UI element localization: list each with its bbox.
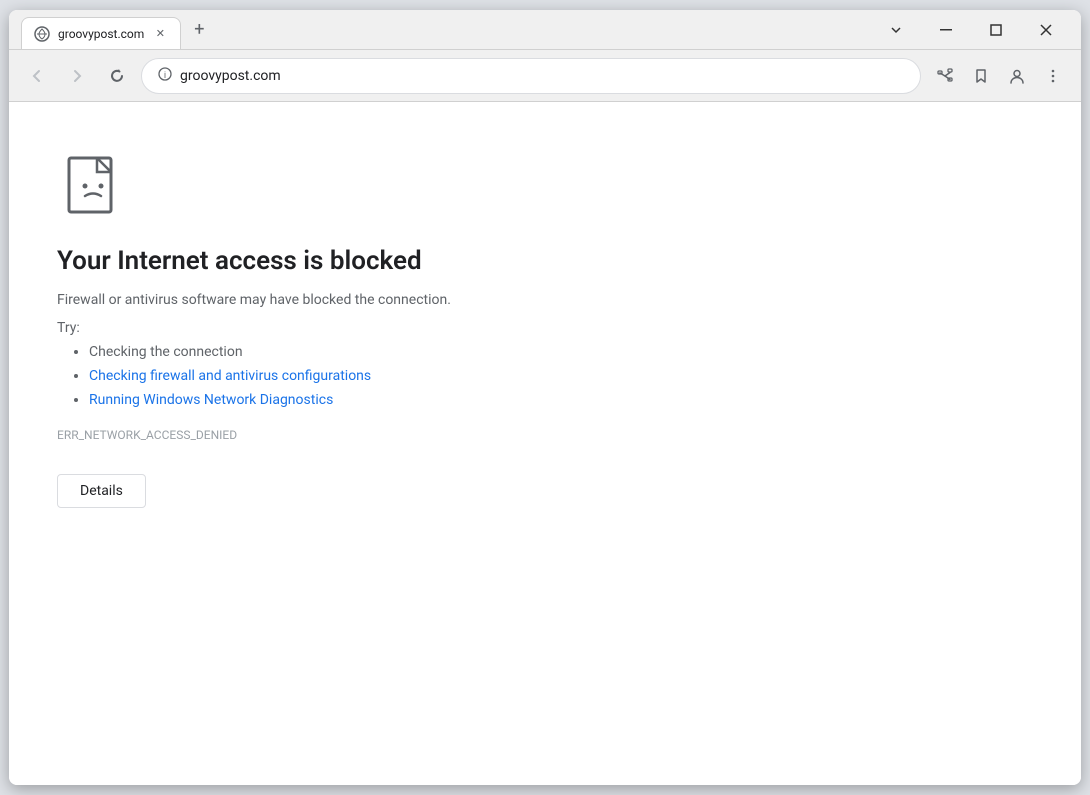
maximize-button[interactable] bbox=[973, 14, 1019, 46]
forward-button[interactable] bbox=[61, 60, 93, 92]
address-text: groovypost.com bbox=[180, 68, 904, 84]
browser-window: groovypost.com ✕ + bbox=[9, 10, 1081, 785]
tab-area: groovypost.com ✕ + bbox=[21, 10, 873, 49]
share-button[interactable] bbox=[929, 60, 961, 92]
error-try-label: Try: bbox=[57, 320, 757, 336]
svg-text:i: i bbox=[164, 70, 166, 80]
windows-diagnostics-link[interactable]: Running Windows Network Diagnostics bbox=[89, 392, 333, 408]
tab-favicon bbox=[34, 26, 50, 42]
browser-content: Your Internet access is blocked Firewall… bbox=[9, 102, 1081, 785]
firewall-config-link[interactable]: Checking firewall and antivirus configur… bbox=[89, 368, 371, 384]
address-bar[interactable]: i groovypost.com bbox=[141, 58, 921, 94]
bookmark-button[interactable] bbox=[965, 60, 997, 92]
suggestion-1: Checking the connection bbox=[89, 344, 757, 360]
profile-button[interactable] bbox=[1001, 60, 1033, 92]
tab-close-button[interactable]: ✕ bbox=[152, 26, 168, 42]
active-tab[interactable]: groovypost.com ✕ bbox=[21, 17, 181, 49]
close-button[interactable] bbox=[1023, 14, 1069, 46]
back-button[interactable] bbox=[21, 60, 53, 92]
reload-button[interactable] bbox=[101, 60, 133, 92]
suggestion-1-text: Checking the connection bbox=[89, 344, 243, 360]
error-container: Your Internet access is blocked Firewall… bbox=[57, 150, 757, 508]
suggestion-2[interactable]: Checking firewall and antivirus configur… bbox=[89, 368, 757, 384]
address-security-icon: i bbox=[158, 67, 172, 85]
error-subtitle: Firewall or antivirus software may have … bbox=[57, 292, 757, 308]
blocked-icon bbox=[57, 150, 129, 222]
error-title: Your Internet access is blocked bbox=[57, 246, 757, 276]
details-button[interactable]: Details bbox=[57, 474, 146, 508]
new-tab-button[interactable]: + bbox=[185, 16, 213, 44]
navbar: i groovypost.com bbox=[9, 50, 1081, 102]
tab-title: groovypost.com bbox=[58, 27, 144, 41]
titlebar: groovypost.com ✕ + bbox=[9, 10, 1081, 50]
suggestion-3[interactable]: Running Windows Network Diagnostics bbox=[89, 392, 757, 408]
error-code: ERR_NETWORK_ACCESS_DENIED bbox=[57, 428, 757, 442]
error-suggestions-list: Checking the connection Checking firewal… bbox=[57, 344, 757, 408]
nav-actions bbox=[929, 60, 1069, 92]
window-controls bbox=[873, 14, 1069, 46]
chevron-button[interactable] bbox=[873, 14, 919, 46]
menu-button[interactable] bbox=[1037, 60, 1069, 92]
minimize-button[interactable] bbox=[923, 14, 969, 46]
